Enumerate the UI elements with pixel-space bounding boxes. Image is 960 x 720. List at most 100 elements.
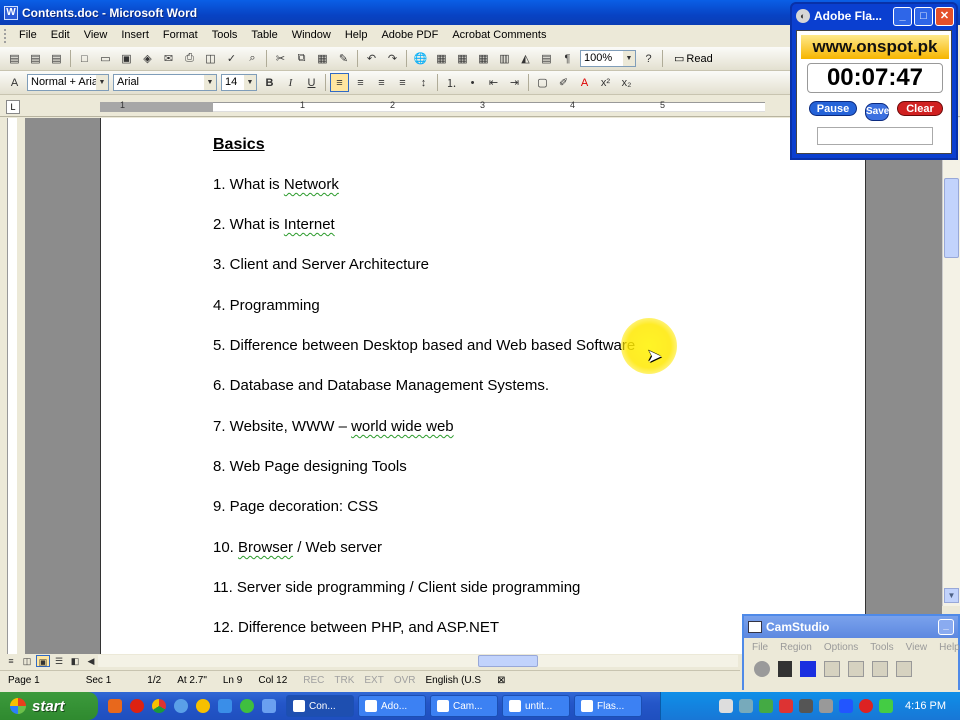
- word-app-icon[interactable]: W: [4, 5, 18, 20]
- chevron-down-icon[interactable]: ▼: [96, 75, 108, 90]
- region-icon[interactable]: [824, 661, 840, 677]
- start-button[interactable]: start: [0, 692, 98, 720]
- tray-update-icon[interactable]: [859, 699, 874, 713]
- open-folder-icon[interactable]: ▭: [96, 49, 115, 68]
- cut-icon[interactable]: ✂: [271, 49, 290, 68]
- print-preview-icon[interactable]: ◫: [201, 49, 220, 68]
- font-color-icon[interactable]: A: [575, 73, 594, 92]
- swf-icon[interactable]: [896, 661, 912, 677]
- tab-selector[interactable]: L: [6, 100, 20, 114]
- bold-button[interactable]: B: [260, 73, 279, 92]
- normal-view-icon[interactable]: ≡: [4, 655, 18, 667]
- camstudio-menu-region[interactable]: Region: [774, 642, 818, 653]
- zoom-combo[interactable]: 100% ▼: [580, 50, 636, 67]
- save-button[interactable]: Save: [865, 103, 889, 121]
- record-icon[interactable]: [754, 661, 770, 677]
- align-left-icon[interactable]: ≡: [330, 73, 349, 92]
- horizontal-scrollbar[interactable]: [98, 655, 738, 667]
- vertical-ruler[interactable]: [0, 118, 25, 654]
- drawing-icon[interactable]: ◭: [516, 49, 535, 68]
- camstudio-menu-tools[interactable]: Tools: [864, 642, 899, 653]
- tray-antivirus-icon[interactable]: [779, 699, 794, 713]
- superscript-icon[interactable]: x²: [596, 73, 615, 92]
- task-adobe[interactable]: Ado...: [358, 695, 426, 717]
- hyperlink-icon[interactable]: 🌐: [411, 49, 430, 68]
- insert-excel-icon[interactable]: ▦: [474, 49, 493, 68]
- research-icon[interactable]: ⌕: [243, 49, 262, 68]
- chevron-down-icon[interactable]: ▼: [623, 51, 635, 66]
- scroll-thumb[interactable]: [944, 178, 959, 258]
- insert-table-icon[interactable]: ▦: [453, 49, 472, 68]
- camstudio-menu-options[interactable]: Options: [818, 642, 864, 653]
- status-language[interactable]: English (U.S: [418, 675, 490, 686]
- menu-acrobat-comments[interactable]: Acrobat Comments: [445, 25, 553, 46]
- borders-icon[interactable]: ▢: [533, 73, 552, 92]
- opera-icon[interactable]: [130, 699, 144, 713]
- menu-edit[interactable]: Edit: [44, 25, 77, 46]
- tray-shield-icon[interactable]: [759, 699, 774, 713]
- highlight-icon[interactable]: ✐: [554, 73, 573, 92]
- camstudio-window[interactable]: CamStudio _ File Region Options Tools Vi…: [742, 614, 960, 690]
- scroll-left-icon[interactable]: ◀: [84, 655, 98, 667]
- tray-network-icon[interactable]: [739, 699, 754, 713]
- minimize-icon[interactable]: _: [938, 619, 954, 635]
- menu-format[interactable]: Format: [156, 25, 205, 46]
- tray-display-icon[interactable]: [879, 699, 894, 713]
- camstudio-menu-file[interactable]: File: [746, 642, 774, 653]
- tray-volume-icon[interactable]: [819, 699, 834, 713]
- close-icon[interactable]: ✕: [935, 6, 954, 26]
- columns-icon[interactable]: ▥: [495, 49, 514, 68]
- menu-window[interactable]: Window: [285, 25, 338, 46]
- email-icon[interactable]: ✉: [159, 49, 178, 68]
- numbering-icon[interactable]: ⒈: [442, 73, 461, 92]
- pause-icon[interactable]: [778, 661, 792, 677]
- spelling-status-icon[interactable]: ⊠: [489, 675, 513, 686]
- show-hide-icon[interactable]: ¶: [558, 49, 577, 68]
- format-painter-icon[interactable]: ✎: [334, 49, 353, 68]
- media-player-icon[interactable]: [240, 699, 254, 713]
- font-size-combo[interactable]: 14 ▼: [221, 74, 257, 91]
- bullets-icon[interactable]: •: [463, 73, 482, 92]
- line-spacing-icon[interactable]: ↕: [414, 73, 433, 92]
- menubar-grip[interactable]: [4, 28, 8, 43]
- underline-button[interactable]: U: [302, 73, 321, 92]
- chevron-down-icon[interactable]: ▼: [244, 75, 256, 90]
- task-camstudio[interactable]: Cam...: [430, 695, 498, 717]
- reading-layout-icon[interactable]: ◧: [68, 655, 82, 667]
- pdf-review-icon[interactable]: ▤: [47, 49, 66, 68]
- tables-borders-icon[interactable]: ▦: [432, 49, 451, 68]
- document-map-icon[interactable]: ▤: [537, 49, 556, 68]
- desktop-icon[interactable]: [262, 699, 276, 713]
- tray-pen-icon[interactable]: [719, 699, 734, 713]
- permission-icon[interactable]: ◈: [138, 49, 157, 68]
- menu-table[interactable]: Table: [244, 25, 284, 46]
- paste-icon[interactable]: ▦: [313, 49, 332, 68]
- timer-input-box[interactable]: [817, 127, 933, 145]
- save-icon[interactable]: ▣: [117, 49, 136, 68]
- document-page[interactable]: Basics 1. What is Network 2. What is Int…: [100, 118, 866, 654]
- undo-icon[interactable]: ↶: [362, 49, 381, 68]
- task-untitled[interactable]: untit...: [502, 695, 570, 717]
- chevron-down-icon[interactable]: ▼: [204, 75, 216, 90]
- justify-icon[interactable]: ≡: [393, 73, 412, 92]
- menu-view[interactable]: View: [77, 25, 115, 46]
- italic-button[interactable]: I: [281, 73, 300, 92]
- tools-icon[interactable]: [848, 661, 864, 677]
- messenger-icon[interactable]: [196, 699, 210, 713]
- pdf-convert-icon[interactable]: ▤: [5, 49, 24, 68]
- copy-icon[interactable]: ⧉: [292, 49, 311, 68]
- annotate-icon[interactable]: [872, 661, 888, 677]
- camstudio-menu-help[interactable]: Help: [933, 642, 960, 653]
- document-area[interactable]: Basics 1. What is Network 2. What is Int…: [25, 118, 942, 654]
- web-layout-icon[interactable]: ◫: [20, 655, 34, 667]
- status-ovr[interactable]: OVR: [392, 675, 418, 686]
- ie-icon[interactable]: [218, 699, 232, 713]
- tray-bluetooth-icon[interactable]: [839, 699, 854, 713]
- new-document-icon[interactable]: □: [75, 49, 94, 68]
- tray-camera-icon[interactable]: [799, 699, 814, 713]
- help-icon[interactable]: ?: [639, 49, 658, 68]
- task-flash[interactable]: Flas...: [574, 695, 642, 717]
- increase-indent-icon[interactable]: ⇥: [505, 73, 524, 92]
- chrome-icon[interactable]: [152, 699, 166, 713]
- redo-icon[interactable]: ↷: [383, 49, 402, 68]
